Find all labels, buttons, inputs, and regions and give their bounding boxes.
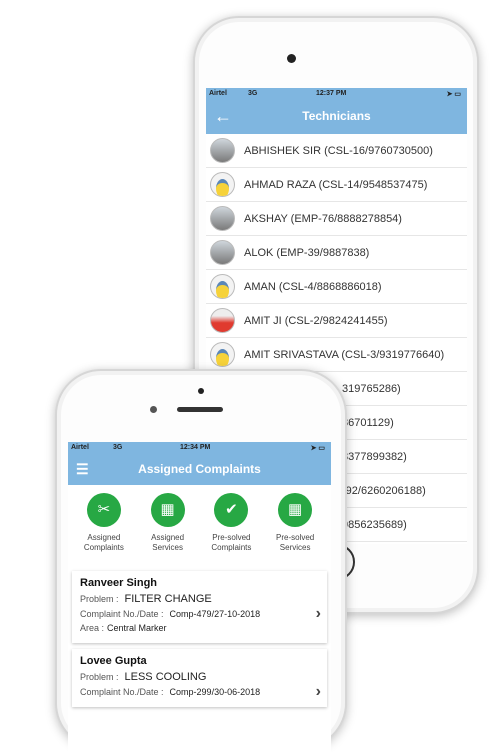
calendar-user-icon: ▦ bbox=[150, 493, 185, 527]
customer-name: Lovee Gupta bbox=[80, 655, 147, 667]
technician-label: -92/6260206188) bbox=[342, 484, 426, 497]
category-label-2: Complaints bbox=[83, 543, 124, 552]
category-assigned-complaints[interactable]: ✂ Assigned Complaints bbox=[74, 493, 134, 571]
technician-row[interactable]: ALOK (EMP-39/9887838) bbox=[206, 236, 467, 270]
avatar bbox=[210, 240, 235, 265]
complaint-card[interactable]: Ranveer Singh Problem : FILTER CHANGE Com… bbox=[72, 571, 327, 643]
technician-label: ABHISHEK SIR (CSL-16/9760730500) bbox=[244, 144, 433, 157]
time: 12:34 PM bbox=[180, 444, 211, 451]
speaker bbox=[177, 407, 223, 412]
carrier: Airtel bbox=[209, 90, 227, 97]
chevron-right-icon[interactable]: › bbox=[316, 683, 321, 701]
avatar bbox=[210, 138, 235, 163]
page-title: Assigned Complaints bbox=[138, 462, 261, 476]
category-label-1: Assigned bbox=[151, 533, 185, 542]
technician-label: AKSHAY (EMP-76/8888278854) bbox=[244, 212, 402, 225]
category-label-1: Assigned bbox=[87, 533, 121, 542]
technician-label: ALOK (EMP-39/9887838) bbox=[244, 246, 370, 259]
technician-label: AMIT JI (CSL-2/9824241455) bbox=[244, 314, 388, 327]
battery-icon: ➤ ▭ bbox=[310, 445, 325, 452]
technician-row[interactable]: AMIT JI (CSL-2/9824241455) bbox=[206, 304, 467, 338]
technician-row[interactable]: ABHISHEK SIR (CSL-16/9760730500) bbox=[206, 134, 467, 168]
technician-label: 8377899382) bbox=[342, 450, 407, 463]
technician-row[interactable]: AMIT SRIVASTAVA (CSL-3/9319776640) bbox=[206, 338, 467, 372]
problem-value: FILTER CHANGE bbox=[124, 593, 212, 605]
complaint-no-label: Complaint No./Date : bbox=[80, 687, 164, 697]
area-label: Area : bbox=[80, 623, 105, 633]
app-header: ☰ Assigned Complaints bbox=[68, 453, 331, 485]
category-assigned-services[interactable]: ▦ Assigned Services bbox=[138, 493, 198, 571]
problem-label: Problem : bbox=[80, 672, 119, 682]
complaint-list: Ranveer Singh Problem : FILTER CHANGE Com… bbox=[68, 571, 331, 707]
technician-label: AHMAD RAZA (CSL-14/9548537475) bbox=[244, 178, 428, 191]
technician-label: AMIT SRIVASTAVA (CSL-3/9319776640) bbox=[244, 348, 445, 361]
problem-value: LESS COOLING bbox=[124, 671, 207, 683]
app-header: ← Technicians bbox=[206, 99, 467, 134]
carrier: Airtel bbox=[71, 444, 89, 451]
hamburger-menu-icon[interactable]: ☰ bbox=[76, 453, 89, 485]
network: 3G bbox=[113, 444, 123, 451]
status-bar: Airtel 3G 12:34 PM ➤ ▭ bbox=[68, 442, 331, 453]
technician-row[interactable]: AMAN (CSL-4/8868886018) bbox=[206, 270, 467, 304]
page-title: Technicians bbox=[302, 109, 371, 123]
customer-name: Ranveer Singh bbox=[80, 577, 158, 589]
sensor bbox=[198, 388, 204, 394]
category-label-1: Pre-solved bbox=[276, 533, 315, 542]
category-pre-solved-complaints[interactable]: ✔ Pre-solved Complaints bbox=[201, 493, 261, 571]
battery-icon: ➤ ▭ bbox=[446, 91, 461, 98]
technician-label: 9856235689) bbox=[342, 518, 407, 531]
technician-row[interactable]: AKSHAY (EMP-76/8888278854) bbox=[206, 202, 467, 236]
category-label-2: Services bbox=[152, 543, 183, 552]
avatar bbox=[210, 342, 235, 367]
category-label-1: Pre-solved bbox=[212, 533, 251, 542]
category-pre-solved-services[interactable]: ▦ Pre-solved Services bbox=[265, 493, 325, 571]
camera bbox=[150, 406, 157, 413]
network: 3G bbox=[248, 90, 258, 97]
technician-row[interactable]: AHMAD RAZA (CSL-14/9548537475) bbox=[206, 168, 467, 202]
area-value: Central Marker bbox=[107, 623, 167, 633]
avatar bbox=[210, 274, 235, 299]
complaint-no-value: Comp-479/27-10-2018 bbox=[169, 609, 261, 619]
status-bar: Airtel 3G 12:37 PM ➤ ▭ bbox=[206, 88, 467, 99]
complaint-no-label: Complaint No./Date : bbox=[80, 609, 164, 619]
avatar bbox=[210, 172, 235, 197]
complaint-card[interactable]: Lovee Gupta Problem : LESS COOLING Compla… bbox=[72, 649, 327, 707]
complaints-screen: Airtel 3G 12:34 PM ➤ ▭ ☰ Assigned Compla… bbox=[68, 442, 331, 752]
complaints-phone: Airtel 3G 12:34 PM ➤ ▭ ☰ Assigned Compla… bbox=[55, 369, 347, 752]
complaint-no-value: Comp-299/30-06-2018 bbox=[169, 687, 261, 697]
technician-label: AMAN (CSL-4/8868886018) bbox=[244, 280, 382, 293]
arrow-left-icon[interactable]: ← bbox=[214, 99, 232, 134]
problem-label: Problem : bbox=[80, 594, 119, 604]
calendar-check-icon: ▦ bbox=[278, 493, 313, 527]
chevron-right-icon[interactable]: › bbox=[316, 605, 321, 623]
technician-check-icon: ✔ bbox=[214, 493, 249, 527]
camera bbox=[287, 54, 296, 63]
technician-label: 319765286) bbox=[342, 382, 401, 395]
category-label-2: Complaints bbox=[211, 543, 252, 552]
technician-label: 86701129) bbox=[342, 416, 394, 429]
avatar bbox=[210, 308, 235, 333]
technician-tools-icon: ✂ bbox=[86, 493, 121, 527]
avatar bbox=[210, 206, 235, 231]
time: 12:37 PM bbox=[316, 90, 347, 97]
category-label-2: Services bbox=[279, 543, 311, 552]
category-row: ✂ Assigned Complaints ▦ Assigned Services ✔ Pre… bbox=[68, 485, 331, 571]
